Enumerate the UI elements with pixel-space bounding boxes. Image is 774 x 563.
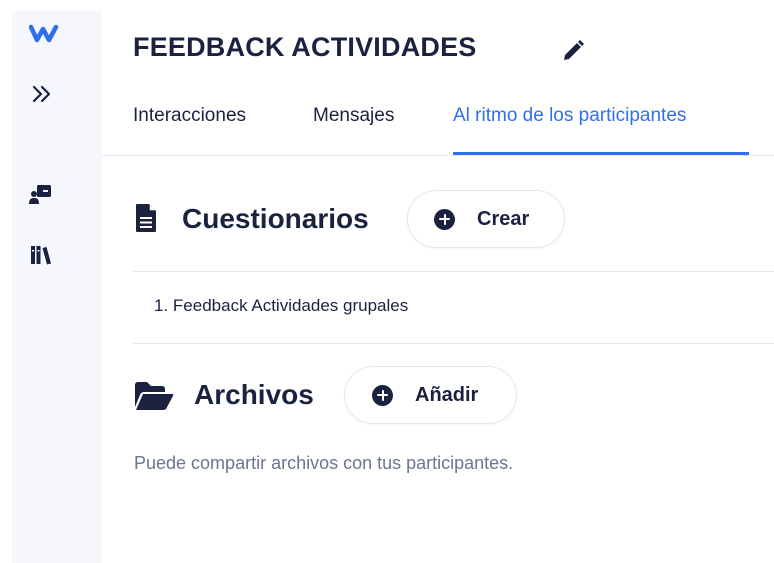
create-button-label: Crear	[477, 207, 530, 230]
page-title: FEEDBACK ACTIVIDADES	[133, 32, 477, 62]
tab-interacciones[interactable]: Interacciones	[133, 105, 246, 127]
document-icon	[136, 204, 156, 232]
files-helper-text: Puede compartir archivos con tus partici…	[134, 453, 514, 473]
list-item[interactable]: 1. Feedback Actividades grupales	[154, 296, 408, 316]
presentation-board-icon[interactable]	[29, 183, 53, 205]
tab-mensajes[interactable]: Mensajes	[313, 105, 394, 127]
plus-circle-icon	[372, 384, 393, 406]
list-item-number: 1.	[154, 296, 169, 315]
sidebar	[12, 11, 102, 563]
folder-open-icon	[135, 382, 174, 410]
quizzes-title: Cuestionarios	[182, 203, 369, 234]
library-books-icon[interactable]	[30, 243, 54, 265]
create-quiz-button[interactable]: Crear	[407, 190, 565, 248]
list-item-label: Feedback Actividades grupales	[172, 296, 409, 315]
double-chevron-right-icon[interactable]	[31, 83, 53, 105]
add-button-label: Añadir	[415, 383, 479, 406]
tabs-divider	[102, 155, 774, 156]
w-logo-icon[interactable]	[29, 22, 59, 44]
add-file-button[interactable]: Añadir	[344, 366, 517, 424]
plus-circle-icon	[434, 208, 455, 230]
files-title: Archivos	[194, 379, 314, 410]
tab-al-ritmo[interactable]: Al ritmo de los participantes	[453, 105, 686, 127]
section-divider	[133, 343, 774, 344]
pencil-icon[interactable]	[560, 38, 586, 64]
section-divider	[133, 271, 774, 272]
